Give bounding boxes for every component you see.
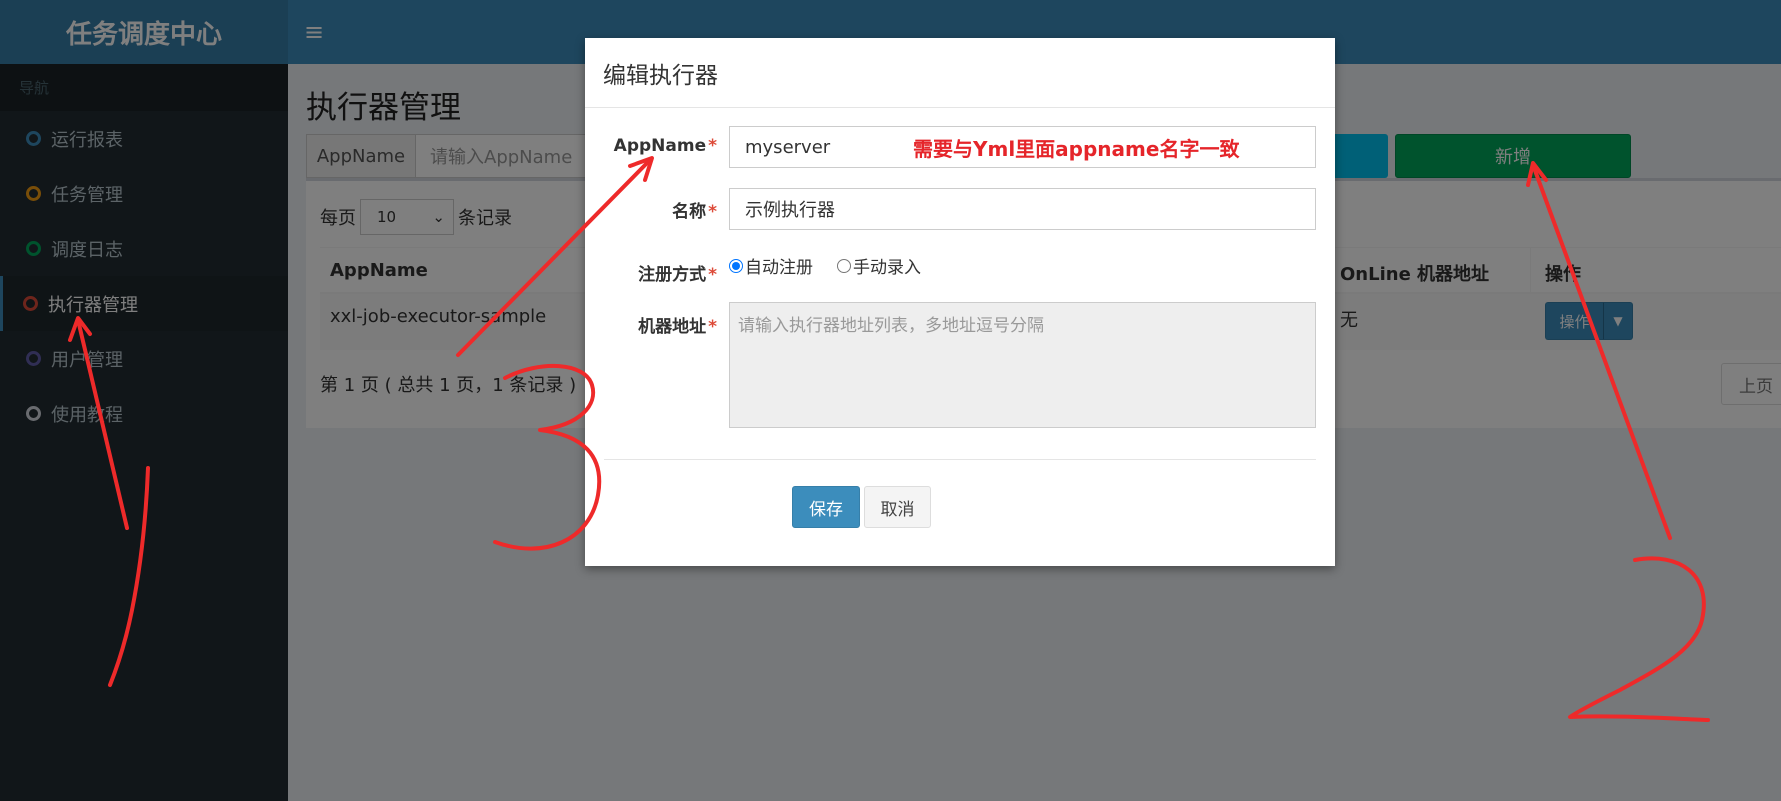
annotation-note: 需要与Yml里面appname名字一致 bbox=[913, 137, 1240, 161]
radio-manual-register[interactable] bbox=[837, 258, 851, 273]
modal-divider bbox=[604, 459, 1316, 460]
address-textarea[interactable]: 请输入执行器地址列表，多地址逗号分隔 bbox=[729, 302, 1316, 428]
address-label: 机器地址 * bbox=[638, 317, 717, 337]
appname-value: myserver bbox=[745, 136, 831, 158]
name-value: 示例执行器 bbox=[745, 200, 835, 221]
register-type-options: 自动注册 手动录入 bbox=[729, 253, 921, 278]
save-button[interactable]: 保存 bbox=[792, 486, 860, 528]
radio-auto-label[interactable]: 自动注册 bbox=[745, 253, 813, 278]
edit-executor-modal: 编辑执行器 AppName * myserver 需要与Yml里面appname名… bbox=[585, 38, 1335, 566]
modal-title: 编辑执行器 bbox=[585, 38, 1335, 108]
register-type-label: 注册方式 * bbox=[638, 265, 717, 285]
cancel-button[interactable]: 取消 bbox=[864, 486, 931, 528]
radio-auto-register[interactable] bbox=[729, 258, 743, 273]
appname-label: AppName * bbox=[613, 136, 717, 156]
name-field[interactable]: 示例执行器 bbox=[729, 188, 1316, 230]
name-label: 名称 * bbox=[672, 202, 717, 222]
radio-manual-label[interactable]: 手动录入 bbox=[853, 253, 921, 278]
